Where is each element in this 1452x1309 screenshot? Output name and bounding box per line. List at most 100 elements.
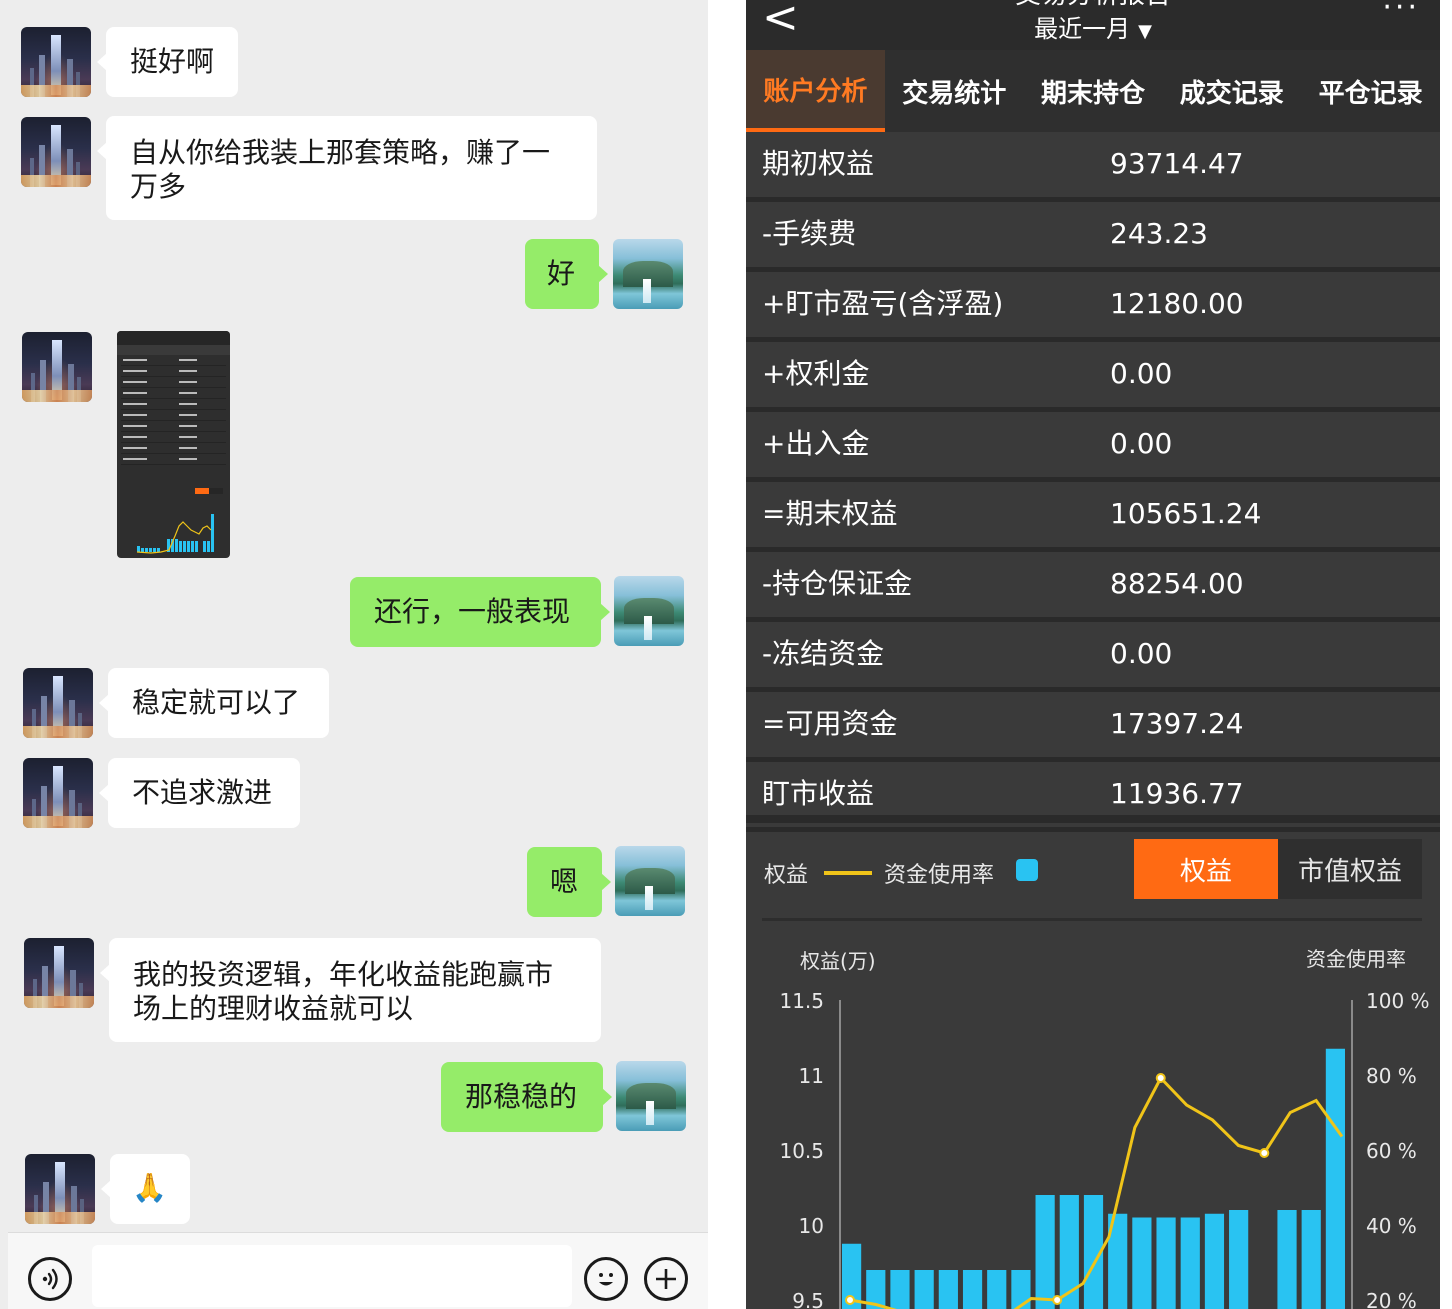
legend-equity-line xyxy=(824,871,872,875)
my-avatar[interactable] xyxy=(615,846,685,916)
row-label: +出入金 xyxy=(762,427,870,460)
usage-bar xyxy=(1011,1270,1031,1309)
row-value: 17397.24 xyxy=(1110,707,1244,740)
message-bubble[interactable]: 那稳稳的 xyxy=(441,1062,612,1132)
row-label: -冻结资金 xyxy=(762,637,885,670)
usage-bar xyxy=(890,1270,910,1309)
y-tick-left: 11.5 xyxy=(779,989,824,1013)
row-value: 88254.00 xyxy=(1110,567,1244,600)
y-axis-label-left: 权益(万) xyxy=(800,949,876,973)
tab-account-analysis[interactable]: 账户分析 xyxy=(746,50,885,132)
market-equity-toggle-button[interactable]: 市值权益 xyxy=(1278,839,1422,899)
legend-usage-label: 资金使用率 xyxy=(884,863,995,888)
contact-avatar[interactable] xyxy=(21,117,91,187)
y-tick-left: 11 xyxy=(799,1064,824,1088)
y-tick-left: 9.5 xyxy=(792,1289,824,1309)
usage-bar xyxy=(1277,1210,1297,1309)
usage-bar xyxy=(1132,1217,1152,1309)
message-bubble[interactable]: 🙏 xyxy=(101,1154,190,1224)
y-tick-right: 60 % xyxy=(1366,1139,1417,1163)
row-value: 11936.77 xyxy=(1110,777,1244,810)
equity-point xyxy=(845,1295,855,1305)
message-input[interactable] xyxy=(92,1245,572,1307)
table-row: +权利金 0.00 xyxy=(746,342,1440,412)
row-value: 105651.24 xyxy=(1110,497,1262,530)
contact-avatar[interactable] xyxy=(24,938,94,1008)
message-bubble[interactable]: 嗯 xyxy=(527,847,611,917)
thumb-header xyxy=(117,331,230,345)
chat-input-bar xyxy=(8,1232,708,1309)
usage-bars xyxy=(842,1048,1345,1309)
contact-avatar[interactable] xyxy=(23,758,93,828)
plus-icon[interactable] xyxy=(644,1257,688,1301)
row-value: 93714.47 xyxy=(1110,147,1244,180)
row-value: 243.23 xyxy=(1110,217,1208,250)
dropdown-arrow-icon: ▼ xyxy=(1138,21,1152,42)
report-tabs: 账户分析 交易统计 期末持仓 成交记录 平仓记录 xyxy=(746,50,1440,132)
image-message[interactable] xyxy=(117,331,230,558)
table-row: =可用资金 17397.24 xyxy=(746,692,1440,762)
equity-point xyxy=(1052,1295,1063,1305)
contact-avatar[interactable] xyxy=(21,27,91,97)
my-avatar[interactable] xyxy=(616,1061,686,1131)
message-bubble[interactable]: 我的投资逻辑，年化收益能跑赢市 场上的理财收益就可以 xyxy=(100,938,601,1042)
table-row: 期初权益 93714.47 xyxy=(746,132,1440,202)
message-bubble[interactable]: 好 xyxy=(525,239,608,309)
row-value: 0.00 xyxy=(1110,427,1173,460)
equity-point xyxy=(1155,1073,1166,1083)
table-row: =期末权益 105651.24 xyxy=(746,482,1440,552)
message-bubble[interactable]: 还行，一般表现 xyxy=(350,577,610,647)
plus-icon-glyph xyxy=(656,1269,676,1289)
period-selector[interactable]: 最近一月 ▼ xyxy=(746,14,1440,47)
row-label: +权利金 xyxy=(762,357,870,390)
tab-closed[interactable]: 平仓记录 xyxy=(1301,50,1440,132)
message-bubble[interactable]: 不追求激进 xyxy=(99,758,300,828)
usage-bar xyxy=(1301,1210,1321,1309)
contact-avatar[interactable] xyxy=(23,668,93,738)
y-ticks-left: 11.5 11 10.5 10 9.5 xyxy=(779,989,824,1309)
row-label: +盯市盈亏(含浮盈) xyxy=(762,287,1004,320)
trade-report-panel: < 交易分析报告 最近一月▼ ··· 账户分析 交易统计 期末持仓 成交记录 平… xyxy=(746,0,1440,1309)
message-bubble[interactable]: 稳定就可以了 xyxy=(99,668,329,738)
y-tick-right: 80 % xyxy=(1366,1064,1417,1088)
table-row: -手续费 243.23 xyxy=(746,202,1440,272)
chat-panel: 挺好啊 自从你给我装上那套策略，赚了一 万多 好 还行，一般表现 稳定就可以了 … xyxy=(0,0,708,1309)
legend-divider xyxy=(762,918,1422,921)
equity-chart: 权益(万) 资金使用率 11.5 11 10.5 10 9.5 100 % 80 % 60 … xyxy=(779,947,1430,1309)
table-row: +盯市盈亏(含浮盈) 12180.00 xyxy=(746,272,1440,342)
row-label: =可用资金 xyxy=(762,707,898,740)
usage-bar xyxy=(1325,1048,1345,1309)
table-row: -冻结资金 0.00 xyxy=(746,622,1440,692)
usage-bar xyxy=(1035,1195,1055,1309)
more-icon[interactable]: ··· xyxy=(1382,0,1420,25)
my-avatar[interactable] xyxy=(613,239,683,309)
voice-icon-glyph xyxy=(42,1268,58,1290)
message-bubble[interactable]: 挺好啊 xyxy=(97,27,238,97)
y-axis-label-right: 资金使用率 xyxy=(1306,947,1406,971)
my-avatar[interactable] xyxy=(614,576,684,646)
contact-avatar[interactable] xyxy=(22,332,92,402)
tab-fills[interactable]: 成交记录 xyxy=(1162,50,1301,132)
contact-avatar[interactable] xyxy=(25,1154,95,1224)
report-header: < 交易分析报告 最近一月▼ ··· xyxy=(746,0,1440,50)
row-label: -手续费 xyxy=(762,217,857,250)
message-bubble[interactable]: 自从你给我装上那套策略，赚了一 万多 xyxy=(97,116,597,220)
legend-usage-swatch xyxy=(1016,859,1038,881)
legend-equity-label: 权益 xyxy=(764,863,809,888)
section-divider xyxy=(746,815,1440,823)
y-tick-left: 10 xyxy=(799,1214,824,1238)
chart-legend-bar: 权益 资金使用率 权益 市值权益 xyxy=(746,823,1440,918)
tab-trade-stats[interactable]: 交易统计 xyxy=(885,50,1024,132)
y-ticks-right: 100 % 80 % 60 % 40 % 20 % xyxy=(1366,989,1430,1309)
row-value: 0.00 xyxy=(1110,637,1173,670)
row-label: -持仓保证金 xyxy=(762,567,913,600)
equity-toggle-button[interactable]: 权益 xyxy=(1134,839,1278,899)
usage-bar xyxy=(962,1270,983,1309)
report-title: 交易分析报告 xyxy=(746,0,1440,10)
row-value: 0.00 xyxy=(1110,357,1173,390)
row-label: 盯市收益 xyxy=(762,777,875,810)
emoji-icon[interactable] xyxy=(584,1257,628,1301)
tab-positions[interactable]: 期末持仓 xyxy=(1024,50,1163,132)
voice-icon[interactable] xyxy=(28,1257,72,1301)
row-label: 期初权益 xyxy=(762,147,875,180)
